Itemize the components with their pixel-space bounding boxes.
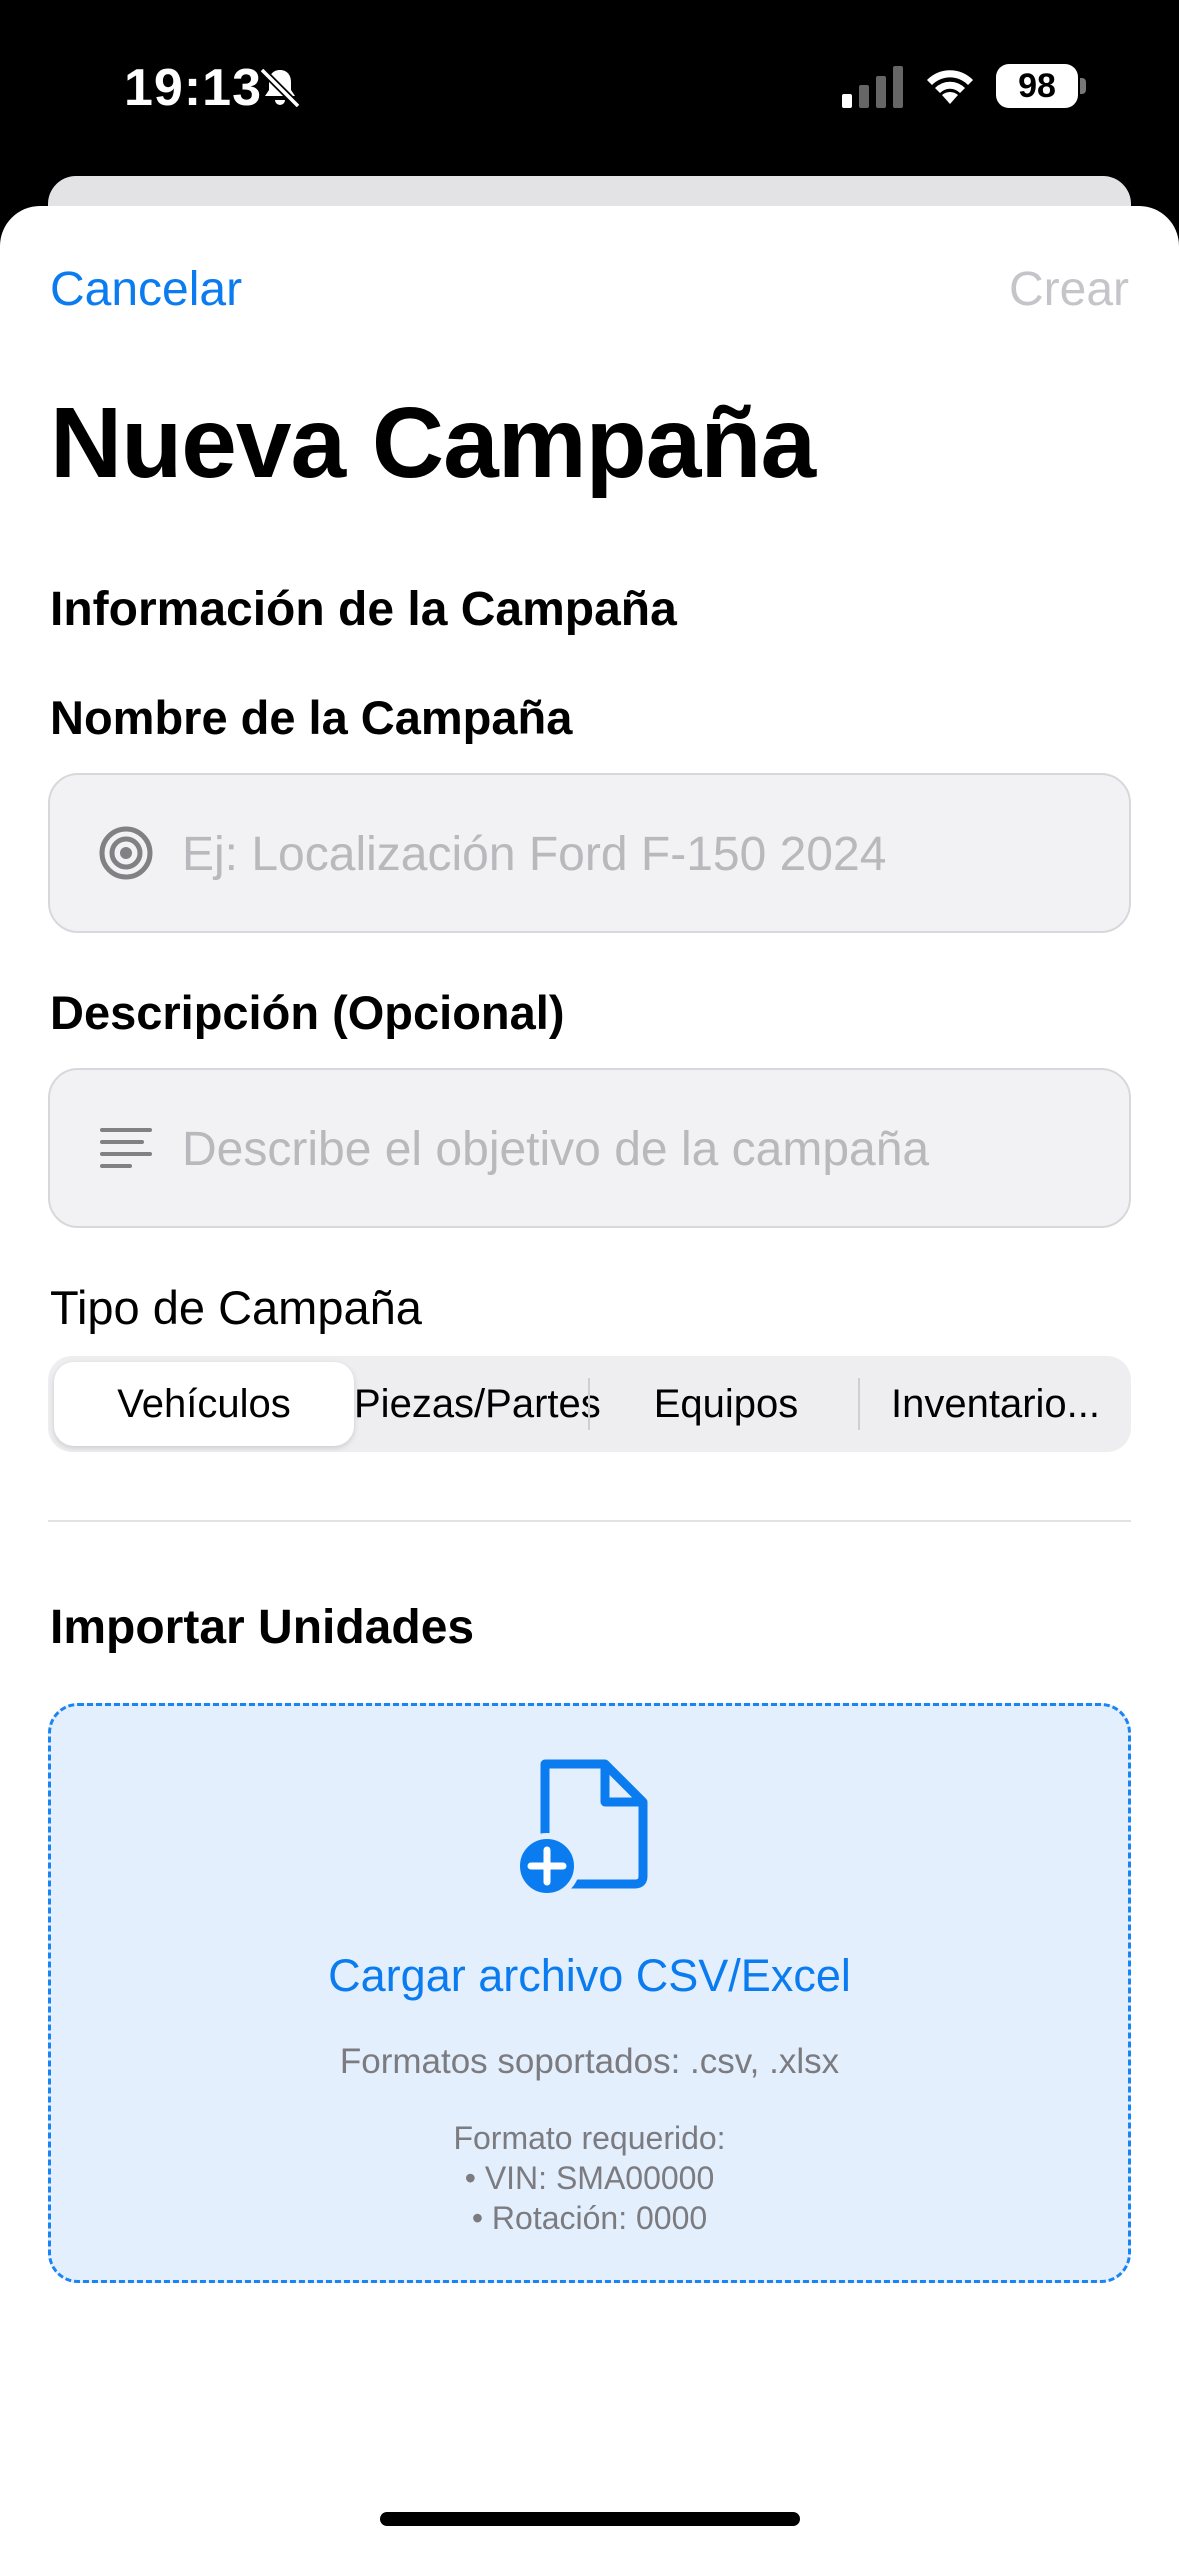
- description-label: Descripción (Opcional): [50, 986, 565, 1039]
- segment-vehicles[interactable]: Vehículos: [54, 1362, 354, 1446]
- home-indicator[interactable]: [380, 2512, 800, 2526]
- cellular-signal-icon: [842, 66, 903, 108]
- target-icon: [99, 826, 153, 880]
- text-lines-icon: [100, 1128, 152, 1168]
- campaign-name-label: Nombre de la Campaña: [50, 691, 573, 744]
- battery-tip: [1080, 78, 1086, 94]
- wifi-icon: [927, 70, 973, 104]
- create-button[interactable]: Crear: [1009, 262, 1129, 317]
- import-units-heading: Importar Unidades: [50, 1601, 475, 1654]
- required-format-vin: • VIN: SMA00000: [464, 2160, 715, 2196]
- segment-parts[interactable]: Piezas/Partes: [354, 1356, 601, 1452]
- campaign-type-label: Tipo de Campaña: [50, 1281, 422, 1334]
- campaign-name-placeholder: Ej: Localización Ford F-150 2024: [182, 828, 887, 881]
- upload-file-link[interactable]: Cargar archivo CSV/Excel: [51, 1950, 1128, 2002]
- campaign-name-field[interactable]: Ej: Localización Ford F-150 2024: [48, 773, 1131, 933]
- required-format-rotation: • Rotación: 0000: [471, 2200, 708, 2236]
- document-add-icon: [514, 1759, 648, 1899]
- status-bar: 19:13 98: [0, 0, 1179, 175]
- status-time: 19:13: [124, 59, 262, 117]
- supported-formats-text: Formatos soportados: .csv, .xlsx: [339, 2042, 840, 2081]
- cancel-button[interactable]: Cancelar: [50, 262, 242, 317]
- segment-inventory[interactable]: Inventario...: [860, 1356, 1131, 1452]
- battery-indicator: 98: [996, 64, 1078, 108]
- file-upload-dropzone[interactable]: Cargar archivo CSV/Excel Formatos soport…: [48, 1703, 1131, 2283]
- campaign-type-segmented-control: Vehículos Piezas/Partes Equipos Inventar…: [48, 1356, 1131, 1452]
- bell-slash-icon: [259, 67, 301, 109]
- description-placeholder: Describe el objetivo de la campaña: [182, 1123, 930, 1176]
- description-field[interactable]: Describe el objetivo de la campaña: [48, 1068, 1131, 1228]
- required-format-title: Formato requerido:: [453, 2120, 726, 2156]
- section-divider: [48, 1520, 1131, 1522]
- campaign-info-heading: Información de la Campaña: [50, 583, 677, 636]
- page-title: Nueva Campaña: [50, 387, 816, 499]
- segment-equipment[interactable]: Equipos: [590, 1356, 862, 1452]
